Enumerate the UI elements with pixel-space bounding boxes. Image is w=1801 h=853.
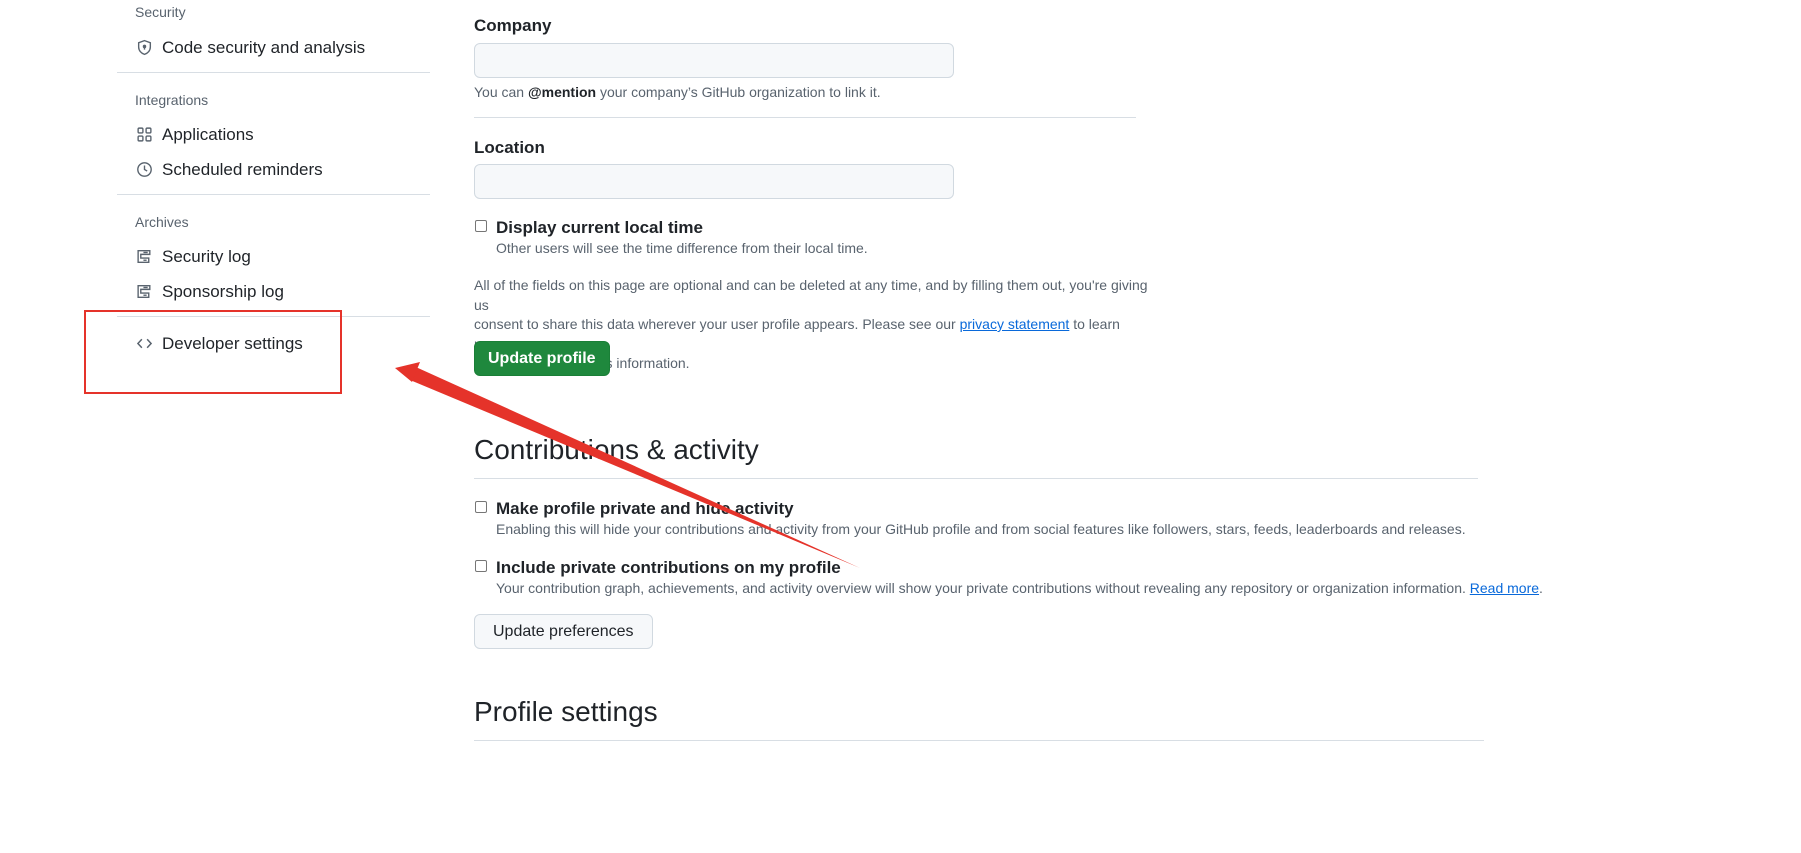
annotation-arrow xyxy=(395,362,860,568)
